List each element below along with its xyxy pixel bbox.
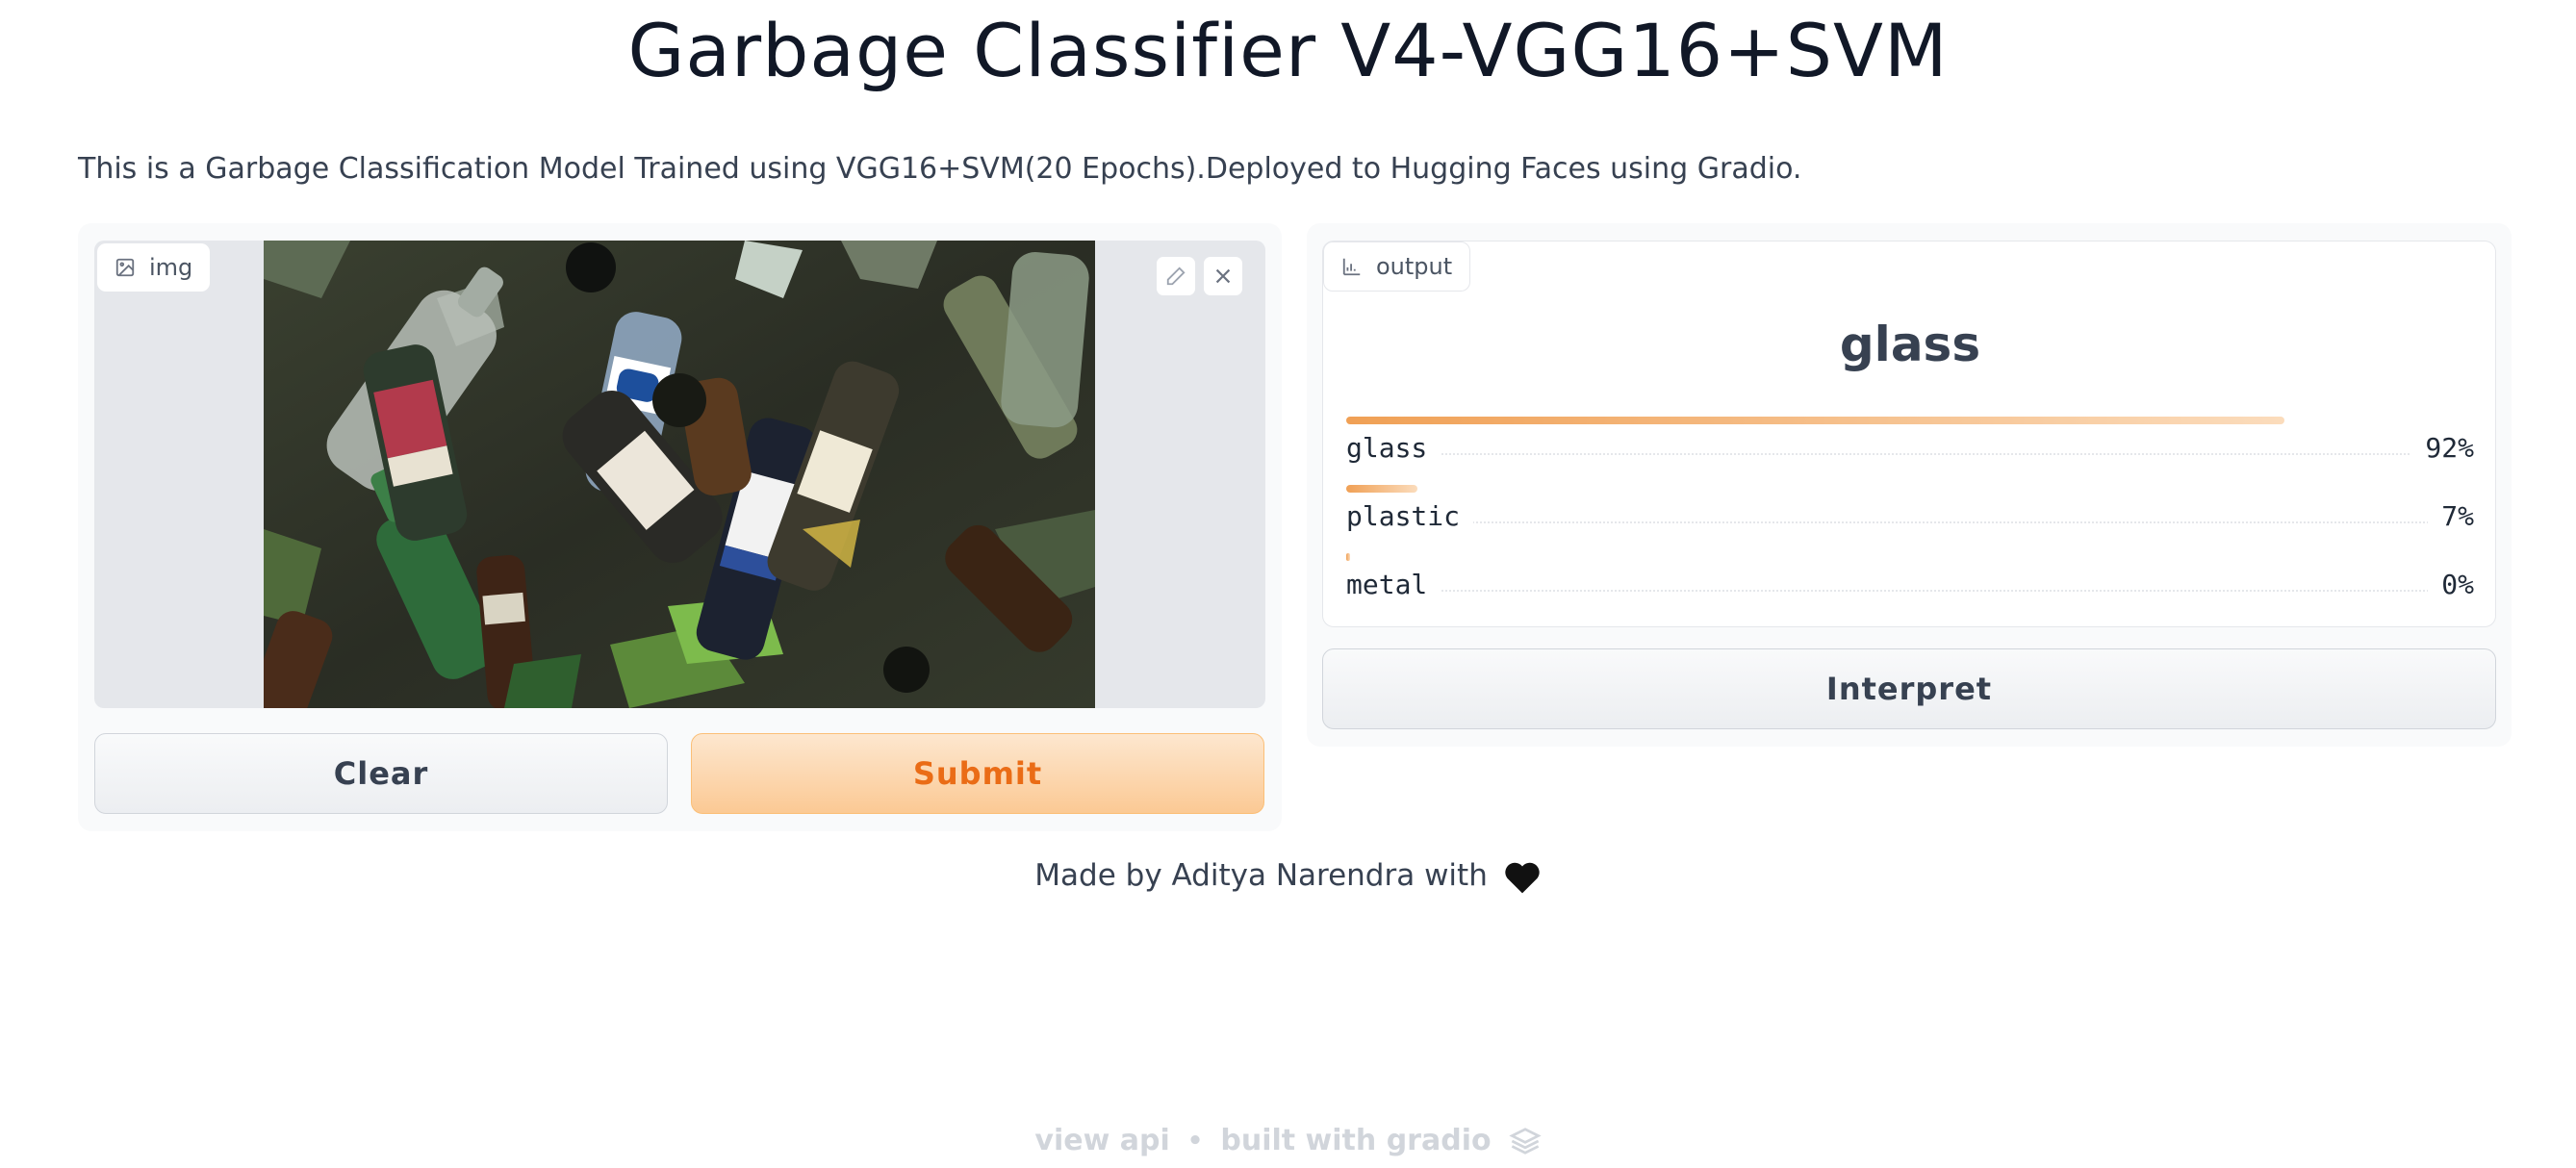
label-output: output glass glass 92% plastic 7% metal …: [1322, 241, 2496, 627]
built-with-gradio-link[interactable]: built with gradio: [1220, 1124, 1491, 1157]
uploaded-image: [264, 241, 1095, 708]
output-label: output: [1323, 241, 1471, 292]
submit-button[interactable]: Submit: [691, 733, 1264, 814]
confidence-label: plastic: [1346, 500, 1474, 532]
interpret-button[interactable]: Interpret: [1322, 648, 2496, 729]
input-panel: img Clear Submit: [78, 223, 1282, 831]
page-description: This is a Garbage Classification Model T…: [78, 152, 1802, 186]
pencil-icon: [1166, 267, 1186, 286]
confidence-row-glass: glass 92%: [1346, 417, 2474, 472]
clear-button[interactable]: Clear: [94, 733, 668, 814]
bar-chart-icon: [1342, 258, 1361, 276]
black-heart-icon: [1505, 862, 1540, 893]
confidence-dots: [1346, 453, 2474, 455]
confidence-label: glass: [1346, 432, 1441, 464]
confidence-row-metal: metal 0%: [1346, 553, 2474, 609]
output-label-text: output: [1376, 253, 1453, 280]
image-input[interactable]: img: [94, 241, 1265, 708]
gradio-logo-icon: [1508, 1127, 1542, 1155]
confidence-value: 92%: [2411, 432, 2474, 464]
confidence-value: 7%: [2428, 500, 2474, 532]
confidence-label: metal: [1346, 569, 1441, 600]
image-icon: [115, 258, 135, 277]
confidence-dots: [1346, 521, 2474, 523]
glass-bottles-image: [264, 241, 1095, 708]
close-icon: [1215, 268, 1231, 284]
image-input-label: img: [96, 242, 212, 292]
confidence-value: 0%: [2428, 569, 2474, 600]
predicted-label: glass: [1839, 317, 1981, 372]
confidence-row-plastic: plastic 7%: [1346, 485, 2474, 541]
footer-separator: •: [1186, 1126, 1204, 1155]
edit-image-button[interactable]: [1156, 256, 1196, 296]
image-input-label-text: img: [149, 254, 193, 281]
page-title: Garbage Classifier V4-VGG16+SVM: [627, 8, 1949, 93]
output-panel: output glass glass 92% plastic 7% metal …: [1307, 223, 2512, 747]
confidence-bar: [1346, 485, 1417, 493]
view-api-link[interactable]: view api: [1034, 1124, 1169, 1157]
confidence-bar: [1346, 417, 2284, 424]
confidence-bar: [1346, 553, 1350, 561]
confidence-dots: [1346, 590, 2474, 592]
gradio-footer: view api • built with gradio: [0, 1124, 2576, 1157]
credit-text: Made by Aditya Narendra with: [1034, 858, 1488, 893]
remove-image-button[interactable]: [1203, 256, 1243, 296]
credit-line: Made by Aditya Narendra with: [0, 858, 2576, 895]
